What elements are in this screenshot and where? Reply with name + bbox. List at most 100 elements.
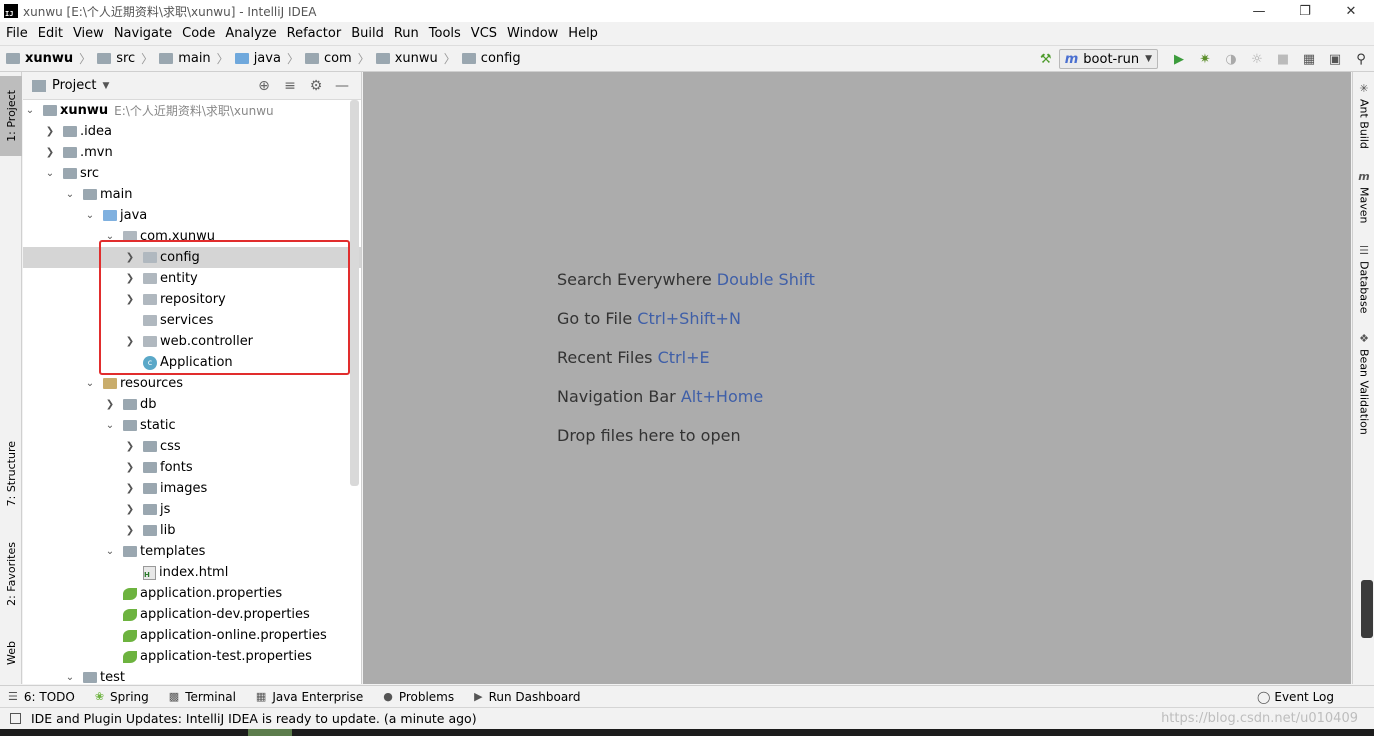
tab-project[interactable]: 1: Project [0,76,22,156]
chevron-right-icon[interactable]: ❯ [123,294,137,305]
gear-icon[interactable]: ⚙ [303,78,329,94]
breadcrumb-main[interactable]: main 〉 [159,50,229,67]
chevron-right-icon[interactable]: ❯ [123,525,137,536]
chevron-down-icon[interactable]: ⌄ [63,672,77,683]
tab-ant-build[interactable]: ✳ Ant Build [1353,82,1374,149]
tree-row-mvn[interactable]: ❯ .mvn [23,142,361,163]
tab-run-dashboard[interactable]: ▶ Run Dashboard [474,690,580,704]
chevron-right-icon[interactable]: ❯ [103,399,117,410]
tree-row-application-properties[interactable]: application.properties [23,583,361,604]
tree-row-css[interactable]: ❯ css [23,436,361,457]
chevron-right-icon[interactable]: ❯ [123,252,137,263]
tab-maven[interactable]: m Maven [1353,170,1374,223]
menu-tools[interactable]: Tools [424,22,466,45]
tree-row-src[interactable]: ⌄ src [23,163,361,184]
breadcrumb-config[interactable]: config [461,51,521,66]
menu-edit[interactable]: Edit [33,22,68,45]
chevron-down-icon[interactable]: ⌄ [83,210,97,221]
build-hammer-icon[interactable]: ⚒ [1033,46,1059,72]
tree-row-application-dev-properties[interactable]: application-dev.properties [23,604,361,625]
tab-favorites[interactable]: 2: Favorites [0,532,22,616]
restore-button[interactable]: ❐ [1282,0,1328,22]
menu-vcs[interactable]: VCS [466,22,502,45]
tree-row-config[interactable]: ❯ config [23,247,361,268]
tree-row-templates[interactable]: ⌄ templates [23,541,361,562]
menu-analyze[interactable]: Analyze [220,22,281,45]
project-structure-icon[interactable]: ▦ [1296,46,1322,72]
chevron-down-icon[interactable]: ⌄ [43,168,57,179]
menu-code[interactable]: Code [177,22,220,45]
close-button[interactable]: ✕ [1328,0,1374,22]
search-icon[interactable]: ⚲ [1348,46,1374,72]
tab-web[interactable]: Web [0,628,22,678]
coverage-icon[interactable]: ◑ [1218,46,1244,72]
editor-empty-area[interactable]: Search Everywhere Double Shift Go to Fil… [363,72,1351,684]
menu-build[interactable]: Build [346,22,389,45]
collapse-all-icon[interactable]: ≡ [277,78,303,94]
chevron-right-icon[interactable]: ❯ [123,273,137,284]
tab-spring[interactable]: ❀ Spring [95,690,149,704]
tree-row-idea[interactable]: ❯ .idea [23,121,361,142]
chevron-right-icon[interactable]: ❯ [123,441,137,452]
tree-row-main[interactable]: ⌄ main [23,184,361,205]
menu-view[interactable]: View [68,22,109,45]
tree-row-services[interactable]: services [23,310,361,331]
breadcrumb-xunwu-pkg[interactable]: xunwu 〉 [375,50,456,67]
project-panel-title[interactable]: Project [52,78,96,93]
tree-row-db[interactable]: ❯ db [23,394,361,415]
tree-row-resources[interactable]: ⌄ resources [23,373,361,394]
chevron-down-icon[interactable]: ⌄ [103,546,117,557]
stop-icon[interactable]: ■ [1270,46,1296,72]
menu-help[interactable]: Help [563,22,603,45]
tab-structure[interactable]: 7: Structure [0,432,22,516]
chevron-down-icon[interactable]: ⌄ [23,105,37,116]
chevron-right-icon[interactable]: ❯ [43,147,57,158]
tree-row-lib[interactable]: ❯ lib [23,520,361,541]
tab-java-enterprise[interactable]: ▦ Java Enterprise [256,690,363,704]
chevron-right-icon[interactable]: ❯ [123,336,137,347]
chevron-down-icon[interactable]: ⌄ [103,231,117,242]
tree-row-application-online-properties[interactable]: application-online.properties [23,625,361,646]
project-panel-scrollbar[interactable] [350,100,359,486]
tree-row-static[interactable]: ⌄ static [23,415,361,436]
chevron-down-icon[interactable]: ⌄ [83,378,97,389]
status-message[interactable]: IDE and Plugin Updates: IntelliJ IDEA is… [31,711,477,726]
chevron-down-icon[interactable]: ⌄ [103,420,117,431]
run-icon[interactable]: ▶ [1166,46,1192,72]
breadcrumb-src[interactable]: src 〉 [97,50,153,67]
chevron-right-icon[interactable]: ❯ [123,483,137,494]
tree-row-web-controller[interactable]: ❯ web.controller [23,331,361,352]
tab-database[interactable]: ☰ Database [1353,244,1374,314]
tab-terminal[interactable]: ▩ Terminal [169,690,236,704]
tab-bean-validation[interactable]: ❖ Bean Validation [1353,332,1374,435]
status-panel-icon[interactable] [10,713,21,724]
tree-row-fonts[interactable]: ❯ fonts [23,457,361,478]
tree-row-js[interactable]: ❯ js [23,499,361,520]
scroll-grip[interactable] [1361,580,1373,638]
locate-icon[interactable]: ⊕ [251,78,277,94]
tree-row-xunwu[interactable]: ⌄ xunwu E:\个人近期资料\求职\xunwu [23,100,361,121]
minimize-button[interactable]: — [1236,0,1282,22]
tab-problems[interactable]: ● Problems [383,690,454,704]
sdk-icon[interactable]: ▣ [1322,46,1348,72]
tree-row-images[interactable]: ❯ images [23,478,361,499]
run-config-select[interactable]: m boot-run ▼ [1058,49,1158,69]
menu-run[interactable]: Run [389,22,424,45]
menu-navigate[interactable]: Navigate [109,22,177,45]
menu-window[interactable]: Window [502,22,563,45]
hide-icon[interactable]: — [329,78,355,94]
menu-refactor[interactable]: Refactor [282,22,347,45]
tree-row-repository[interactable]: ❯ repository [23,289,361,310]
menu-file[interactable]: File [1,22,33,45]
tree-row-java[interactable]: ⌄ java [23,205,361,226]
tree-row-application-test-properties[interactable]: application-test.properties [23,646,361,667]
tree-row-application[interactable]: c Application [23,352,361,373]
tree-row-com-xunwu[interactable]: ⌄ com.xunwu [23,226,361,247]
chevron-right-icon[interactable]: ❯ [123,462,137,473]
tab-todo[interactable]: ☰ 6: TODO [8,690,75,704]
tree-row-entity[interactable]: ❯ entity [23,268,361,289]
breadcrumb-java[interactable]: java 〉 [234,50,299,67]
chevron-right-icon[interactable]: ❯ [43,126,57,137]
debug-icon[interactable]: ✷ [1192,46,1218,72]
tree-row-test[interactable]: ⌄ test [23,667,361,684]
